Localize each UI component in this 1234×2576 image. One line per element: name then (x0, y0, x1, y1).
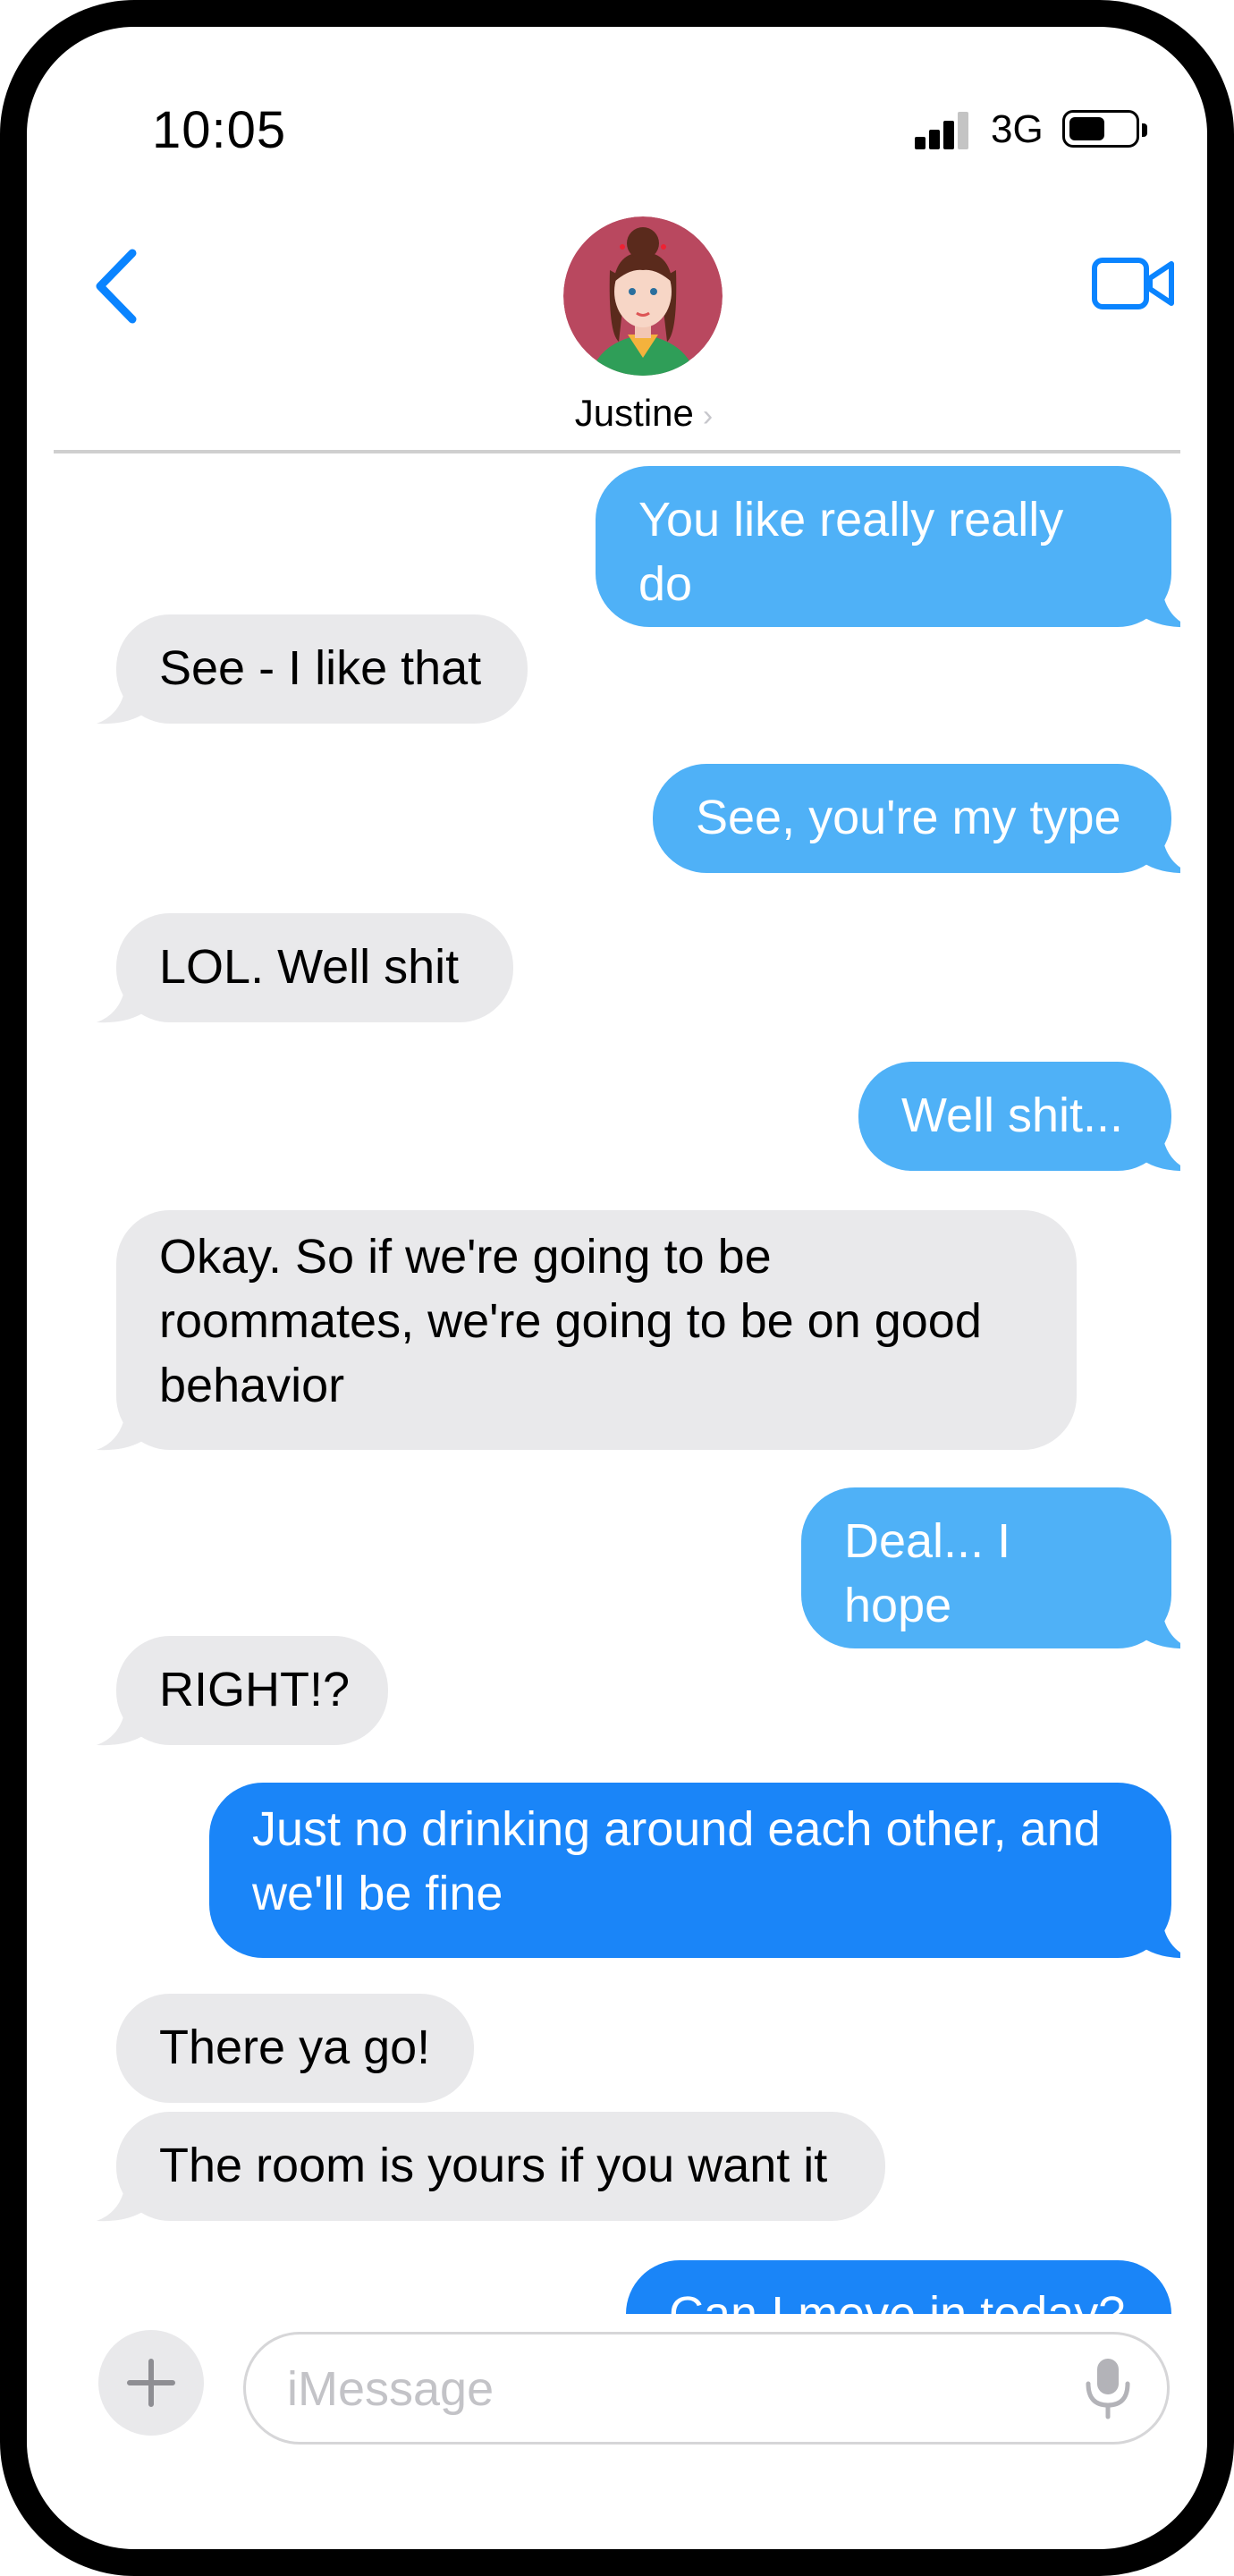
chevron-right-icon: › (702, 399, 714, 433)
contact-avatar[interactable] (563, 216, 723, 376)
contact-name[interactable]: Justine › (27, 392, 1207, 435)
back-chevron-icon[interactable] (91, 246, 145, 326)
incoming-message-bubble[interactable]: LOL. Well shit (97, 913, 513, 1023)
message-text: Deal... I hope (844, 1514, 1011, 1632)
message-thread[interactable]: You like really really do See - I like th… (54, 453, 1180, 2314)
battery-icon (1062, 110, 1147, 148)
message-text: You like really really do (638, 493, 1064, 611)
message-text: RIGHT!? (159, 1663, 351, 1716)
incoming-message-bubble[interactable]: RIGHT!? (97, 1636, 388, 1746)
imessage-input[interactable]: iMessage (243, 2332, 1170, 2445)
bubble-tail-icon (97, 2167, 150, 2222)
outgoing-message-bubble[interactable]: Just no drinking around each other, and … (209, 1783, 1180, 1959)
incoming-message-bubble[interactable]: The room is yours if you want it (97, 2112, 885, 2222)
bubble-tail-icon (97, 670, 150, 724)
bubble-tail-icon (1137, 1117, 1180, 1172)
incoming-message-bubble[interactable]: There ya go! (116, 1994, 474, 2103)
message-text: See - I like that (159, 641, 482, 695)
outgoing-message-bubble[interactable]: Can I move in today? (626, 2260, 1171, 2314)
message-text: LOL. Well shit (159, 940, 460, 994)
incoming-message-bubble[interactable]: Okay. So if we're going to be roommates,… (97, 1210, 1077, 1451)
status-time: 10:05 (152, 101, 287, 159)
apps-plus-button[interactable] (98, 2330, 204, 2436)
microphone-icon[interactable] (1084, 2357, 1132, 2419)
contact-name-label: Justine (574, 392, 694, 434)
bubble-tail-icon (1137, 1904, 1180, 1959)
outgoing-message-bubble[interactable]: You like really really do (596, 466, 1180, 628)
message-text: Okay. So if we're going to be roommates,… (159, 1230, 982, 1412)
message-text: See, you're my type (696, 791, 1121, 844)
message-text: The room is yours if you want it (159, 2139, 828, 2192)
battery-level (1069, 117, 1104, 140)
message-text: Well shit... (901, 1089, 1124, 1142)
outgoing-message-bubble[interactable]: Deal... I hope (801, 1487, 1180, 1649)
bubble-tail-icon (97, 1691, 150, 1746)
bubble-tail-icon (1137, 819, 1180, 874)
outgoing-message-bubble[interactable]: Well shit... (858, 1062, 1180, 1172)
video-call-icon[interactable] (1091, 255, 1177, 312)
incoming-message-bubble[interactable]: See - I like that (97, 614, 528, 724)
network-type: 3G (991, 107, 1044, 151)
imessage-placeholder: iMessage (287, 2362, 494, 2416)
bubble-tail-icon (97, 969, 150, 1023)
message-text: There ya go! (159, 2021, 431, 2074)
message-text: Can I move in today? (669, 2287, 1126, 2314)
cellular-signal-icon (915, 110, 970, 149)
bubble-tail-icon (97, 1396, 150, 1451)
outgoing-message-bubble[interactable]: See, you're my type (653, 764, 1180, 874)
message-text: Just no drinking around each other, and … (252, 1802, 1101, 1920)
plus-icon (127, 2359, 175, 2407)
bubble-tail-icon (1137, 573, 1180, 628)
bubble-tail-icon (1137, 1595, 1180, 1649)
phone-frame: 10:05 3G Justine › You like really reall… (0, 0, 1234, 2576)
